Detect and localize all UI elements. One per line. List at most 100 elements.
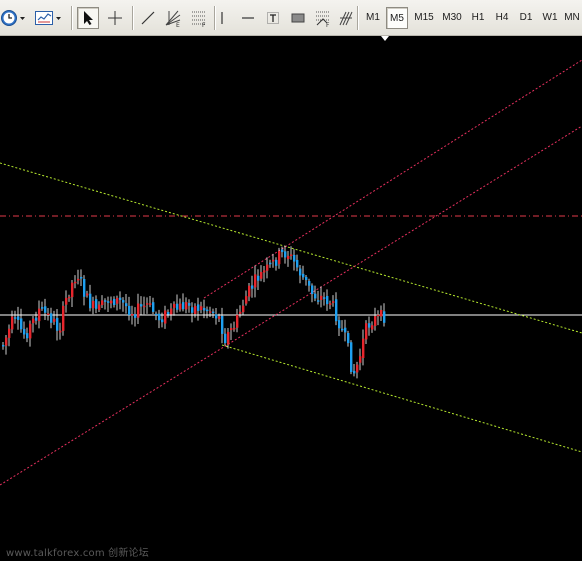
bear-candle-body [314, 293, 317, 299]
bear-candle-body [56, 317, 59, 331]
candle [50, 307, 53, 329]
bear-candle-body [269, 262, 272, 265]
candle [92, 296, 95, 315]
timeframe-h1-button[interactable]: H1 [466, 7, 490, 29]
timeframe-d1-button[interactable]: D1 [514, 7, 538, 29]
candle [374, 307, 377, 331]
bull-candle-body [356, 364, 359, 373]
bear-candle-body [125, 303, 128, 307]
candle [179, 298, 182, 312]
candle [269, 259, 272, 268]
candle [209, 306, 212, 318]
candle [65, 290, 68, 313]
candle [365, 320, 368, 345]
timeframe-mn-button[interactable]: MN [562, 7, 582, 29]
text-tool-icon[interactable] [262, 7, 284, 29]
bear-candle-body [50, 313, 53, 323]
channel-upper-line[interactable] [203, 59, 582, 299]
candle [167, 309, 170, 318]
bull-candle-body [260, 272, 263, 279]
fibonacci-expansion-icon[interactable]: F [312, 7, 334, 29]
timeframe-m5-button[interactable]: M5 [386, 7, 408, 29]
candle [8, 324, 11, 347]
candle [53, 310, 56, 325]
candle [158, 309, 161, 329]
candle [29, 320, 32, 347]
candle [350, 340, 353, 375]
fibonacci-fan-icon[interactable]: E [162, 7, 184, 29]
bear-candle-body [347, 333, 350, 344]
bull-candle-body [380, 310, 383, 317]
bear-candle-body [275, 259, 278, 266]
bull-candle-body [68, 296, 71, 299]
candle [191, 302, 194, 323]
bear-candle-body [176, 303, 179, 310]
candle [14, 310, 17, 324]
bull-candle-body [8, 328, 11, 338]
crosshair-icon[interactable] [104, 7, 126, 29]
bear-candle-body [350, 342, 353, 372]
svg-text:F: F [202, 22, 206, 27]
lower-trendline[interactable] [221, 344, 582, 453]
candle [113, 296, 116, 308]
candle [308, 278, 311, 292]
clock-icon[interactable] [0, 7, 28, 29]
candle [185, 297, 188, 314]
candle [359, 348, 362, 371]
bear-candle-body [296, 259, 299, 268]
candle [20, 308, 23, 333]
price-chart[interactable] [0, 36, 582, 561]
bull-candle-body [29, 323, 32, 339]
chart-shift-marker-icon[interactable] [381, 36, 389, 41]
candle [59, 322, 62, 340]
timeframe-h4-button[interactable]: H4 [490, 7, 514, 29]
bear-candle-body [119, 297, 122, 300]
bull-candle-body [194, 305, 197, 314]
bull-candle-body [236, 314, 239, 328]
bear-candle-body [182, 302, 185, 310]
channel-lower-line[interactable] [0, 125, 582, 486]
timeframe-w1-button[interactable]: W1 [538, 7, 562, 29]
rectangle-icon[interactable] [287, 7, 309, 29]
chart-template-icon[interactable] [34, 7, 64, 29]
vertical-line-icon[interactable] [214, 7, 230, 29]
trendline-icon[interactable] [137, 7, 159, 29]
watermark-text: www.talkforex.com 创新论坛 [6, 548, 149, 559]
bull-candle-body [239, 311, 242, 314]
candle [146, 297, 149, 314]
candle [86, 290, 89, 298]
candle [305, 274, 308, 286]
candle [245, 290, 248, 306]
andrews-pitchfork-icon[interactable] [336, 7, 356, 29]
bull-candle-body [209, 311, 212, 313]
bear-candle-body [23, 328, 26, 335]
cursor-arrow-icon[interactable] [77, 7, 99, 29]
bear-candle-body [191, 307, 194, 313]
svg-text:E: E [176, 22, 180, 27]
candlestick-series [2, 245, 386, 379]
candle [74, 275, 77, 289]
bear-candle-body [305, 276, 308, 281]
fibonacci-retracement-icon[interactable]: F [188, 7, 210, 29]
horizontal-line-icon[interactable] [237, 7, 259, 29]
candle [116, 295, 119, 311]
bull-candle-body [227, 331, 230, 345]
bull-candle-body [170, 308, 173, 315]
candle [200, 301, 203, 314]
timeframe-m1-button[interactable]: M1 [362, 7, 384, 29]
bull-candle-body [254, 274, 257, 288]
bull-candle-body [278, 251, 281, 265]
timeframe-m15-button[interactable]: M15 [410, 7, 438, 29]
candle [89, 284, 92, 312]
candle [68, 294, 71, 302]
bull-candle-body [371, 325, 374, 330]
bear-candle-body [317, 300, 320, 302]
candle [140, 296, 143, 315]
timeframe-m30-button[interactable]: M30 [438, 7, 466, 29]
bull-candle-body [146, 303, 149, 305]
candle [239, 305, 242, 318]
bull-candle-body [164, 310, 167, 324]
bear-candle-body [203, 307, 206, 311]
bull-candle-body [77, 278, 80, 281]
bull-candle-body [38, 308, 41, 322]
